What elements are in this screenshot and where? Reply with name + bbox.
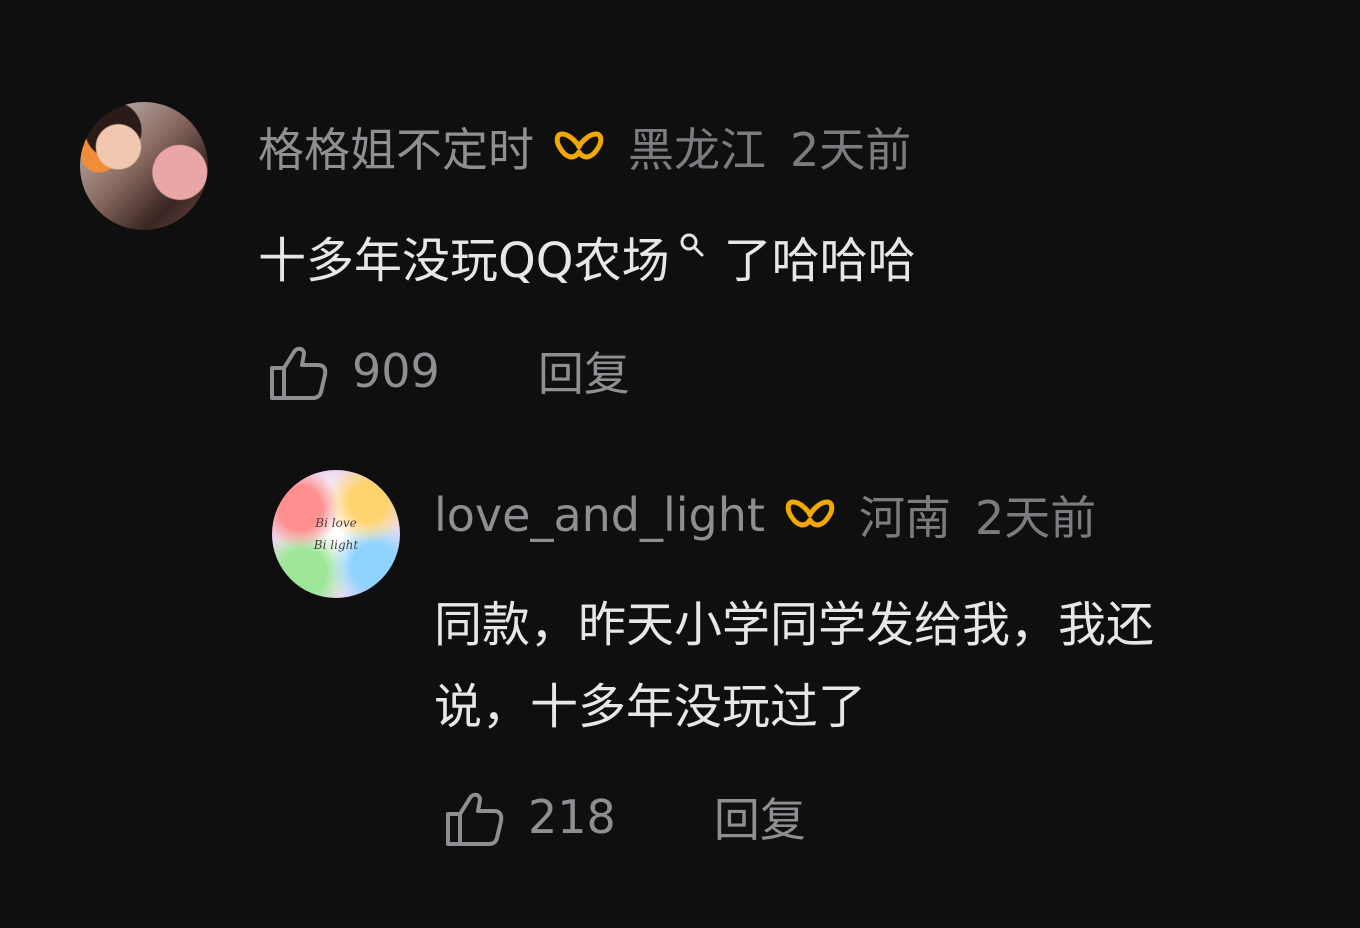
comment-actions: 218 回复	[442, 784, 806, 850]
creator-badge-icon	[554, 131, 604, 160]
like-count: 218	[528, 790, 616, 844]
comment-actions: 909 回复	[266, 338, 630, 404]
avatar-caption-line: Bi love	[315, 516, 357, 530]
time-text: 2天前	[790, 123, 912, 177]
like-button[interactable]: 218	[442, 786, 616, 848]
thumbs-up-icon	[270, 346, 328, 400]
like-button[interactable]: 909	[266, 340, 440, 402]
avatar[interactable]: Bi love Bi light	[272, 470, 400, 598]
location-text: 河南	[858, 491, 951, 545]
comment-text-line: 说，十多年没玩过了	[434, 679, 867, 735]
like-count: 909	[352, 344, 440, 398]
comment-text: 十多年没玩QQ农场 了哈哈哈	[258, 220, 916, 302]
time-text: 2天前	[974, 491, 1097, 545]
comment-text-line: 同款，昨天小学同学发给我，我还	[434, 597, 1155, 653]
avatar-caption-line: Bi light	[313, 538, 359, 552]
comment-thread: 格格姐不定时 黑龙江 2天前 十多年没玩QQ农场 了哈哈哈 909 回复 Bi …	[0, 0, 1360, 928]
comment-header: 格格姐不定时 黑龙江 2天前	[258, 114, 911, 180]
search-icon[interactable]	[678, 231, 706, 259]
comment-text-part: 十多年没玩QQ农场	[258, 233, 670, 289]
reply-button[interactable]: 回复	[714, 784, 806, 850]
username[interactable]: 格格姐不定时	[258, 114, 534, 180]
location-text: 黑龙江	[628, 123, 766, 177]
thumbs-up-icon	[446, 792, 504, 846]
creator-badge-icon	[785, 499, 835, 528]
reply-button[interactable]: 回复	[538, 338, 630, 404]
comment-text-part: 了哈哈哈	[723, 233, 916, 289]
comment-header: love_and_light 河南 2天前	[434, 482, 1096, 548]
avatar[interactable]	[80, 102, 208, 230]
comment-text: 同款，昨天小学同学发给我，我还 说，十多年没玩过了	[434, 584, 1154, 748]
username[interactable]: love_and_light	[434, 488, 765, 542]
avatar-caption: Bi love Bi light	[314, 512, 358, 556]
